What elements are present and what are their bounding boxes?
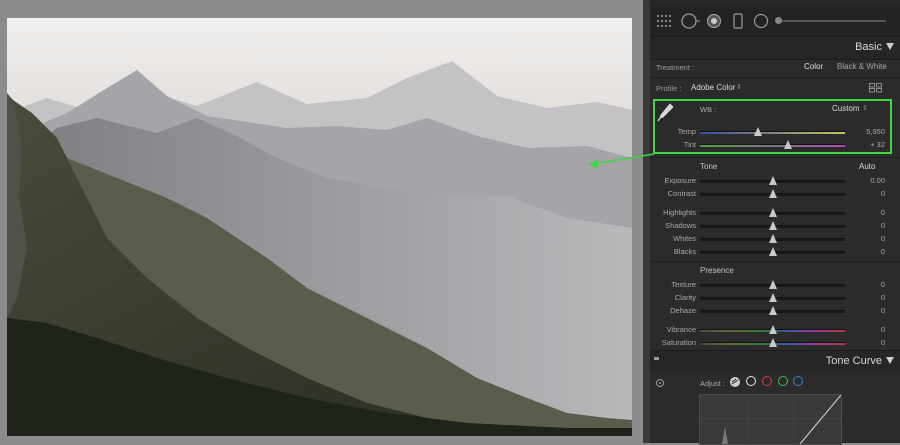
slider-thumb[interactable] xyxy=(768,338,777,347)
slider-row-shadows: Shadows 0 xyxy=(650,220,900,232)
slider-row-clarity: Clarity 0 xyxy=(650,292,900,304)
profile-row: Profile : Adobe Color ⇕ xyxy=(650,83,900,95)
divider xyxy=(650,261,900,262)
slider-value[interactable]: 0 xyxy=(863,208,885,217)
slider-row-vibrance: Vibrance 0 xyxy=(650,324,900,336)
profile-browser-grid-icon[interactable] xyxy=(869,83,883,95)
slider-value[interactable]: 0 xyxy=(863,189,885,198)
radial-icon[interactable] xyxy=(706,13,722,31)
mask-icon[interactable] xyxy=(732,13,744,31)
basic-header[interactable]: Basic xyxy=(650,36,900,60)
tone-curve-title: Tone Curve xyxy=(825,355,882,367)
slider-label: Highlights xyxy=(663,208,696,217)
slider-label: Texture xyxy=(671,280,696,289)
slider-row-contrast: Contrast 0 xyxy=(650,188,900,200)
divider xyxy=(650,77,900,78)
tone-curve-graph[interactable] xyxy=(699,394,842,445)
treatment-row: Treatment : Color Black & White xyxy=(650,62,900,74)
slider-value[interactable]: 0 xyxy=(863,306,885,315)
tool-strip xyxy=(650,6,900,36)
slider-row-whites: Whites 0 xyxy=(650,233,900,245)
slider-value[interactable]: 0 xyxy=(863,247,885,256)
treatment-color-option[interactable]: Color xyxy=(804,62,823,71)
brush-icon[interactable] xyxy=(680,12,700,32)
slider-thumb[interactable] xyxy=(768,234,777,243)
landscape-photo xyxy=(7,18,632,436)
slider-thumb[interactable] xyxy=(768,189,777,198)
slider-row-texture: Texture 0 xyxy=(650,279,900,291)
red-channel-icon[interactable] xyxy=(762,376,772,386)
point-curve-icon[interactable] xyxy=(729,376,741,390)
slider-thumb[interactable] xyxy=(768,280,777,289)
slider-thumb[interactable] xyxy=(768,325,777,334)
treatment-label: Treatment : xyxy=(656,63,695,72)
tone-heading: Tone xyxy=(700,162,718,171)
slider-label: Dehaze xyxy=(670,306,696,315)
slider-row-blacks: Blacks 0 xyxy=(650,246,900,258)
slider-thumb[interactable] xyxy=(768,208,777,217)
slider-value[interactable]: 0 xyxy=(863,293,885,302)
profile-chevron-icon[interactable]: ⇕ xyxy=(736,83,742,91)
slider-value[interactable]: 0 xyxy=(863,234,885,243)
profile-dropdown[interactable]: Adobe Color xyxy=(691,83,735,92)
divider xyxy=(650,157,900,158)
slider-value[interactable]: 0 xyxy=(863,280,885,289)
blue-channel-icon[interactable] xyxy=(793,376,803,386)
treatment-bw-option[interactable]: Black & White xyxy=(837,62,887,71)
tool-slider[interactable] xyxy=(775,17,886,24)
slider-label: Whites xyxy=(673,234,696,243)
white-channel-icon[interactable] xyxy=(746,376,756,386)
slider-thumb[interactable] xyxy=(768,247,777,256)
slider-thumb[interactable] xyxy=(768,293,777,302)
slider-value[interactable]: 0.00 xyxy=(863,176,885,185)
image-canvas xyxy=(0,0,643,443)
slider-value[interactable]: 0 xyxy=(863,325,885,334)
tone-curve-header[interactable]: Tone Curve xyxy=(650,350,900,374)
target-adjust-icon[interactable] xyxy=(655,378,665,390)
slider-thumb[interactable] xyxy=(768,176,777,185)
slider-thumb[interactable] xyxy=(768,221,777,230)
white-balance-highlight-box xyxy=(653,99,892,154)
slider-label: Contrast xyxy=(667,189,696,198)
slider-row-highlights: Highlights 0 xyxy=(650,207,900,219)
slider-label: Saturation xyxy=(661,338,696,347)
grid-icon[interactable] xyxy=(656,14,672,30)
panel-divider xyxy=(643,0,650,443)
develop-right-panel: Basic Treatment : Color Black & White Pr… xyxy=(650,0,900,445)
slider-row-dehaze: Dehaze 0 xyxy=(650,305,900,317)
target-icon[interactable] xyxy=(753,13,769,31)
slider-label: Blacks xyxy=(673,247,696,256)
collapse-triangle-icon[interactable] xyxy=(886,357,894,364)
basic-title: Basic xyxy=(855,41,882,53)
slider-thumb[interactable] xyxy=(768,306,777,315)
presence-heading: Presence xyxy=(700,266,734,275)
panel-switch-icon[interactable] xyxy=(654,357,659,360)
tone-curve-body: Adjust : xyxy=(650,373,900,445)
slider-label: Shadows xyxy=(665,221,696,230)
slider-label: Exposure xyxy=(664,176,696,185)
slider-value[interactable]: 0 xyxy=(863,221,885,230)
slider-label: Vibrance xyxy=(666,325,696,334)
green-channel-icon[interactable] xyxy=(778,376,788,386)
slider-row-saturation: Saturation 0 xyxy=(650,337,900,349)
tone-auto-button[interactable]: Auto xyxy=(859,162,875,171)
profile-label: Profile : xyxy=(656,84,682,93)
collapse-triangle-icon[interactable] xyxy=(886,43,894,50)
mountain-image xyxy=(7,18,632,436)
slider-label: Clarity xyxy=(674,293,696,302)
adjust-label: Adjust : xyxy=(700,379,726,388)
slider-row-exposure: Exposure 0.00 xyxy=(650,175,900,187)
slider-value[interactable]: 0 xyxy=(863,338,885,347)
